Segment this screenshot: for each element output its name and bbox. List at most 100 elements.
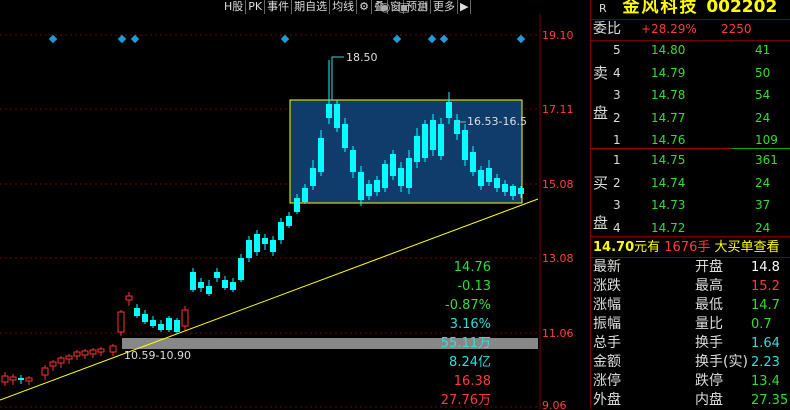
stat-value: 55.11万: [440, 336, 491, 351]
buy-price: 14.73: [651, 198, 686, 212]
stat-label: 涨跌: [593, 278, 621, 294]
stat-label: 外盘: [593, 392, 621, 408]
stock-name[interactable]: 金风科技: [622, 0, 698, 17]
stat-label: 跌停: [695, 373, 723, 389]
event-marker: [117, 34, 127, 44]
y-tick-label: 17.11: [542, 103, 574, 116]
stat-value: 16.38: [453, 374, 491, 389]
candle-body: [510, 186, 516, 196]
candle-body: [230, 282, 236, 290]
candle-body: [49, 361, 57, 367]
candle-body: [89, 349, 97, 355]
candle-body: [294, 198, 300, 212]
sell-volume: 24: [755, 110, 771, 125]
candle-body: [278, 222, 284, 240]
high-price-label: 18.50: [346, 51, 378, 64]
stock-header: R 金风科技 002202: [599, 0, 777, 18]
candle-body: [142, 314, 148, 322]
y-tick-label: 11.06: [542, 327, 574, 340]
candle-body: [9, 376, 17, 381]
event-marker: [48, 34, 58, 44]
event-marker: [516, 34, 526, 44]
candle-body: [502, 184, 508, 192]
sell-label-bottom: 盘: [593, 104, 609, 122]
candle-body: [254, 234, 260, 252]
stat-value: -0.87%: [445, 298, 491, 313]
sell-level: 3: [613, 88, 621, 102]
sell-label-top: 卖: [593, 64, 609, 82]
candle-body: [310, 168, 316, 186]
stat-value: -0.13: [457, 279, 491, 294]
candle-body: [134, 308, 140, 316]
candle-body: [262, 238, 268, 244]
candlestick-chart[interactable]: 19.10 17.11 15.08 13.08 11.06 9.06 18.50…: [0, 0, 590, 409]
buy-level: 2: [613, 175, 621, 190]
stat-value: 2.23: [751, 355, 780, 370]
buy-label-bottom: 盘: [593, 214, 609, 232]
stat-value: 14.76: [453, 260, 491, 275]
stat-label: 总手: [593, 335, 621, 351]
sell-level: 4: [613, 65, 621, 80]
stat-value: 13.4: [751, 374, 780, 389]
stat-label: 金额: [593, 354, 621, 370]
event-marker: [130, 34, 140, 44]
candle-body: [73, 351, 81, 357]
buy-price: 14.72: [651, 220, 686, 235]
big-order-row[interactable]: 14.70元有 1676手 大买单查看: [593, 238, 780, 257]
candle-body: [398, 168, 404, 186]
candle-body: [462, 130, 468, 160]
quote-panel: R 金风科技 002202 委比 +28.29% 2250 卖 盘 5 14.80…: [441, 0, 790, 409]
y-tick-label: 9.06: [542, 399, 567, 409]
candle-body: [150, 320, 156, 326]
candle-body: [214, 272, 220, 278]
weibi-value: +28.29%: [641, 22, 697, 36]
candle-body: [446, 102, 452, 118]
candle-body: [206, 286, 212, 294]
sell-level: 2: [613, 110, 621, 125]
buy-label-top: 买: [593, 174, 609, 192]
candle-body: [181, 309, 189, 327]
buy-level: 4: [613, 220, 621, 235]
stat-label: 开盘: [695, 259, 723, 275]
stat-label: 涨幅: [593, 297, 621, 313]
range-label: 16.53-16.5: [467, 115, 527, 128]
support-label: 10.59-10.90: [124, 349, 191, 362]
candle-body: [302, 188, 308, 202]
candle-body: [494, 178, 500, 188]
buy-level: 3: [613, 198, 621, 212]
stat-value: 3.16%: [449, 317, 491, 332]
candle-body: [342, 124, 348, 148]
event-marker: [427, 34, 437, 44]
candle-body: [358, 172, 364, 200]
stat-value: 15.2: [751, 279, 780, 294]
y-axis: 19.10 17.11 15.08 13.08 11.06 9.06: [542, 29, 574, 409]
big-order-price: 14.70: [593, 240, 635, 255]
buy-volume: 37: [755, 198, 771, 212]
candle-body: [238, 258, 244, 280]
stat-value: 0.7: [751, 317, 772, 332]
sell-level: 5: [613, 43, 621, 57]
y-tick-label: 13.08: [542, 252, 574, 265]
candle-body: [430, 120, 436, 150]
candle-body: [326, 104, 332, 118]
stat-value: 14.8: [751, 260, 780, 275]
event-marker: [392, 34, 402, 44]
weibi-label: 委比: [593, 21, 621, 37]
candle-body: [366, 184, 372, 196]
candle-body: [470, 152, 476, 172]
stock-code[interactable]: 002202: [706, 0, 777, 17]
candle-body: [174, 320, 180, 332]
big-order-volume: 1676手: [664, 240, 711, 255]
candle-body: [390, 154, 396, 176]
candle-body: [478, 170, 484, 186]
big-order-view-link[interactable]: 查看: [754, 240, 780, 255]
stat-label: 换手: [695, 335, 723, 351]
y-tick-label: 19.10: [542, 29, 574, 42]
stat-label: 最高: [695, 278, 723, 294]
candle-body: [25, 377, 33, 382]
sell-price: 14.77: [651, 110, 686, 125]
event-marker: [280, 34, 290, 44]
candle-body: [246, 240, 252, 258]
candle-body: [406, 158, 412, 188]
event-markers: [48, 34, 526, 44]
